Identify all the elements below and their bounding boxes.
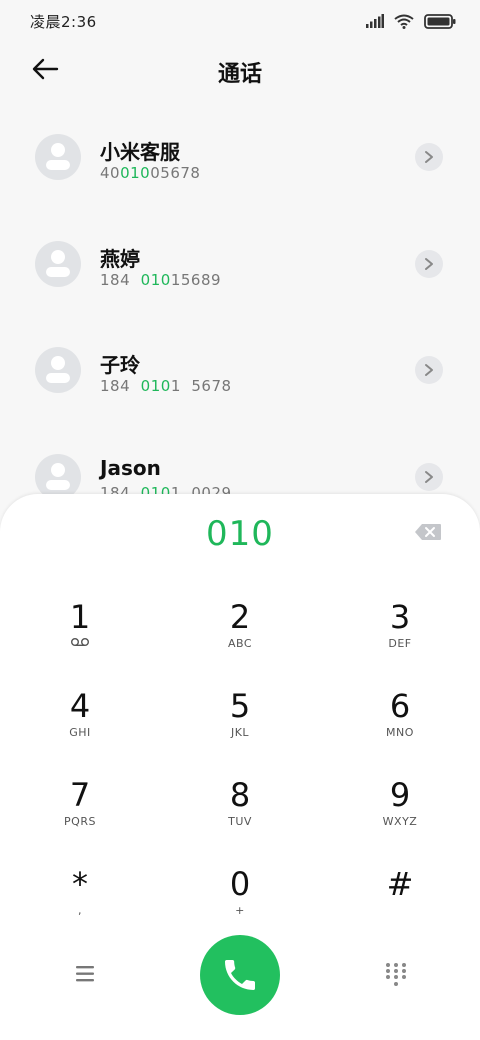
contact-name: 子玲 [100, 353, 140, 377]
contact-detail-button[interactable] [415, 143, 443, 171]
key-3[interactable]: 3 DEF [340, 598, 460, 678]
status-icons [366, 12, 456, 30]
contact-row[interactable]: 小米客服 4001005678 [0, 106, 480, 212]
number-match: 010 [140, 377, 171, 395]
contact-number: 184 01015689 [100, 271, 222, 289]
key-8[interactable]: 8 TUV [180, 776, 300, 856]
contact-name: Jason [100, 456, 161, 480]
contact-detail-button[interactable] [415, 356, 443, 384]
call-button[interactable] [200, 935, 280, 1015]
contact-row[interactable]: 燕婷 184 01015689 [0, 213, 480, 319]
chevron-right-icon [425, 471, 433, 483]
wifi-icon [394, 14, 414, 29]
chevron-right-icon [425, 258, 433, 270]
status-time: 凌晨2:36 [30, 13, 97, 31]
avatar [35, 134, 81, 180]
key-4[interactable]: 4 GHI [20, 687, 140, 767]
key-7[interactable]: 7 PQRS [20, 776, 140, 856]
menu-icon [76, 966, 94, 982]
contact-row[interactable]: 子玲 184 0101 5678 [0, 319, 480, 425]
contact-name: 燕婷 [100, 247, 140, 271]
chevron-right-icon [425, 364, 433, 376]
avatar [35, 241, 81, 287]
key-9[interactable]: 9 WXYZ [340, 776, 460, 856]
contact-number: 4001005678 [100, 164, 201, 182]
dialpad-toggle-button[interactable] [384, 962, 408, 988]
battery-icon [424, 13, 456, 29]
number-match: 010 [120, 164, 151, 182]
contact-detail-button[interactable] [415, 250, 443, 278]
backspace-icon [415, 524, 441, 540]
key-6[interactable]: 6 MNO [340, 687, 460, 767]
page-title: 通话 [217, 62, 262, 87]
key-5[interactable]: 5 JKL [180, 687, 300, 767]
menu-button[interactable] [70, 962, 100, 986]
voicemail-icon [71, 638, 89, 647]
dialpad-icon [386, 963, 406, 986]
chevron-right-icon [425, 151, 433, 163]
contact-number: 184 0101 5678 [100, 377, 232, 395]
backspace-button[interactable] [414, 522, 442, 542]
key-1[interactable]: 1 [20, 598, 140, 678]
contact-name: 小米客服 [100, 140, 180, 164]
signal-icon [366, 14, 384, 28]
contact-detail-button[interactable] [415, 463, 443, 491]
status-bar: 凌晨2:36 [0, 0, 480, 42]
header: 通话 [0, 46, 480, 96]
key-2[interactable]: 2 ABC [180, 598, 300, 678]
avatar [35, 347, 81, 393]
bottom-action-bar [0, 932, 480, 1032]
number-match: 010 [140, 271, 171, 289]
dialed-number: 010 [206, 514, 274, 554]
phone-icon [225, 960, 255, 990]
